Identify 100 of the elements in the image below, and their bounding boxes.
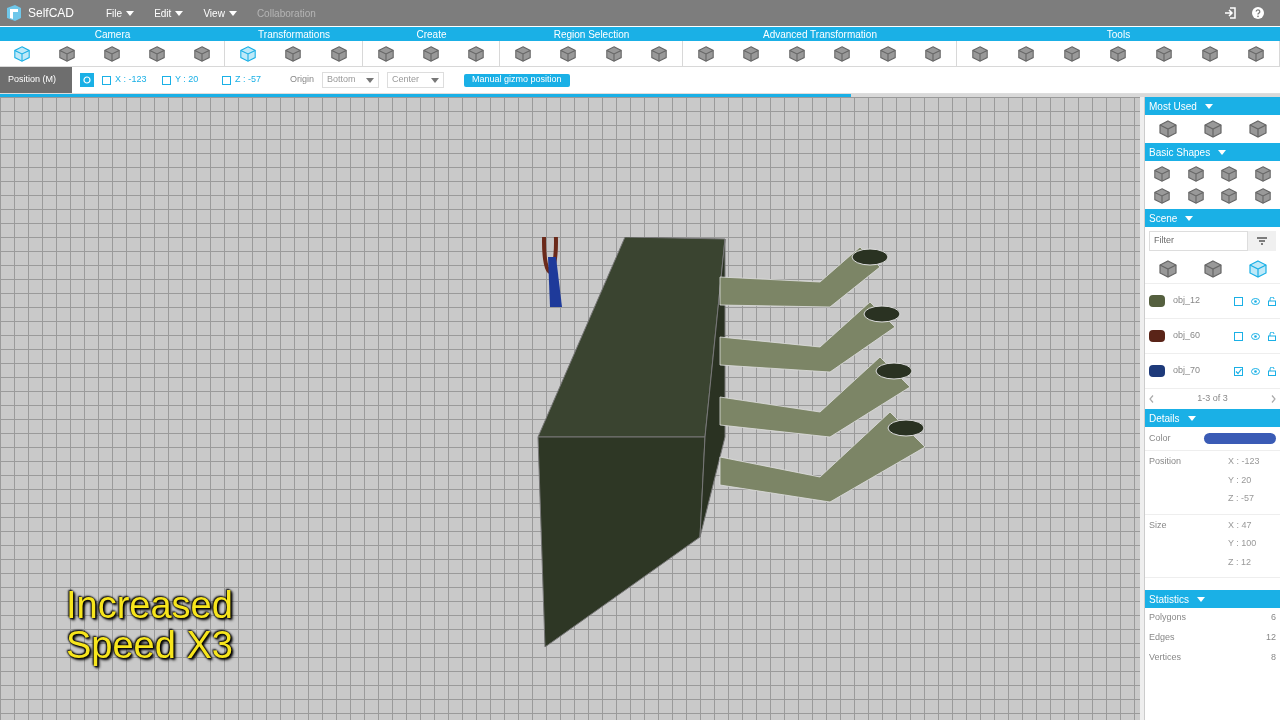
caret-icon [1204, 103, 1213, 109]
stat-label: Polygons [1149, 611, 1187, 625]
caret-icon [431, 77, 439, 83]
manual-gizmo-button[interactable]: Manual gizmo position [464, 73, 570, 87]
shape-icon[interactable] [1220, 165, 1239, 183]
tool-icon[interactable] [604, 44, 623, 63]
stat-value: 6 [1271, 611, 1276, 625]
stat-value: 8 [1271, 651, 1276, 665]
menu-item[interactable]: Edit [154, 5, 184, 21]
toolbar-group-header: Camera [0, 27, 225, 41]
scene-object-row[interactable]: obj_70 [1145, 354, 1280, 389]
tool-icon[interactable] [467, 44, 486, 63]
speed-caption: Speed X3 [66, 625, 233, 665]
caret-icon [1197, 596, 1205, 602]
tool-icon[interactable] [147, 44, 166, 63]
toolbar-group-header: Region Selection [500, 27, 683, 41]
origin-select[interactable]: Center [387, 72, 444, 88]
tool-icon[interactable] [559, 44, 578, 63]
tool-icon[interactable] [1201, 44, 1219, 63]
tool-icon[interactable] [1155, 44, 1173, 63]
tool-icon[interactable] [103, 44, 121, 63]
checkbox[interactable] [162, 75, 171, 85]
caret-icon [1218, 149, 1227, 155]
caret-icon [366, 77, 374, 83]
caret-icon [1187, 415, 1196, 421]
section-header[interactable]: Most Used [1145, 97, 1280, 115]
caret-icon [175, 10, 184, 16]
section-header[interactable]: Statistics [1145, 590, 1280, 608]
detail-value: Y : 100 [1228, 537, 1258, 550]
caret-icon [1185, 215, 1194, 221]
tool-icon[interactable] [1063, 44, 1081, 63]
section-title: Details [1149, 411, 1180, 426]
toolbar-group-header: Create [363, 27, 500, 41]
tool-icon[interactable] [787, 44, 806, 63]
coordinate-label: X : -123 [115, 73, 147, 87]
shape-icon[interactable] [1220, 187, 1239, 205]
view-mode-icon[interactable] [1202, 259, 1223, 279]
help-icon[interactable] [1252, 7, 1264, 19]
tool-icon[interactable] [696, 44, 715, 63]
tool-icon[interactable] [971, 44, 989, 63]
tool-icon[interactable] [284, 44, 303, 63]
tool-icon[interactable] [1017, 44, 1035, 63]
tool-icon[interactable] [1247, 44, 1265, 63]
tool-icon[interactable] [330, 44, 349, 63]
coordinate-label: Z : -57 [235, 73, 261, 87]
tool-icon[interactable] [513, 44, 532, 63]
tool-icon[interactable] [422, 44, 440, 63]
filter-field[interactable]: Filter [1149, 231, 1248, 251]
section-title: Basic Shapes [1149, 145, 1211, 160]
checkbox[interactable] [1234, 331, 1243, 341]
checkbox[interactable] [102, 75, 111, 85]
shape-icon[interactable] [1247, 119, 1268, 139]
login-icon[interactable] [1224, 7, 1236, 19]
tool-icon[interactable] [192, 44, 211, 63]
menu-item[interactable]: File [106, 5, 135, 21]
position-tab[interactable]: Position (M) [0, 67, 72, 93]
shape-icon[interactable] [1152, 187, 1171, 205]
section-header[interactable]: Scene [1145, 209, 1280, 227]
stat-label: Edges [1149, 631, 1175, 645]
tool-icon[interactable] [833, 44, 852, 63]
color-swatch[interactable] [1204, 433, 1276, 444]
stat-label: Vertices [1149, 651, 1181, 665]
speed-caption: Increased [66, 585, 233, 625]
detail-value: Z : -57 [1228, 492, 1255, 505]
detail-value: Y : 20 [1228, 473, 1253, 487]
shape-icon[interactable] [1254, 165, 1273, 183]
tool-icon[interactable] [1109, 44, 1127, 63]
origin-select[interactable]: Bottom [322, 72, 379, 88]
section-header[interactable]: Details [1145, 409, 1280, 427]
section-title: Statistics [1149, 592, 1189, 607]
tool-icon[interactable] [58, 44, 77, 63]
shape-icon[interactable] [1186, 187, 1205, 205]
tool-icon[interactable] [742, 44, 761, 63]
tool-icon[interactable] [376, 44, 395, 63]
detail-value: Z : 12 [1228, 555, 1252, 569]
checkbox[interactable] [222, 75, 231, 85]
stat-value: 12 [1266, 631, 1276, 645]
menu-item[interactable]: View [203, 5, 237, 21]
tool-icon[interactable] [924, 44, 943, 63]
tool-icon[interactable] [650, 44, 669, 63]
tool-icon[interactable] [878, 44, 897, 63]
shape-icon[interactable] [1186, 165, 1205, 183]
filter-button[interactable] [1248, 231, 1276, 251]
checkbox[interactable] [1234, 366, 1243, 376]
shape-icon[interactable] [1254, 187, 1273, 205]
coordinate-label: Y : 20 [175, 73, 199, 87]
filter-icon [1257, 237, 1267, 245]
shape-icon[interactable] [1152, 165, 1171, 183]
view-mode-icon[interactable] [1157, 259, 1178, 279]
detail-label: Size [1149, 518, 1168, 532]
detail-value: X : -123 [1228, 455, 1261, 468]
shape-icon[interactable] [1202, 119, 1223, 139]
checkbox[interactable] [1234, 296, 1243, 306]
scene-object-row[interactable]: obj_60 [1145, 319, 1280, 354]
caret-icon [228, 10, 237, 16]
toolbar-group-header: Tools [957, 27, 1280, 41]
app-name: SelfCAD [28, 5, 74, 22]
section-header[interactable]: Basic Shapes [1145, 143, 1280, 161]
scene-object-row[interactable]: obj_12 [1145, 284, 1280, 319]
shape-icon[interactable] [1157, 119, 1178, 139]
